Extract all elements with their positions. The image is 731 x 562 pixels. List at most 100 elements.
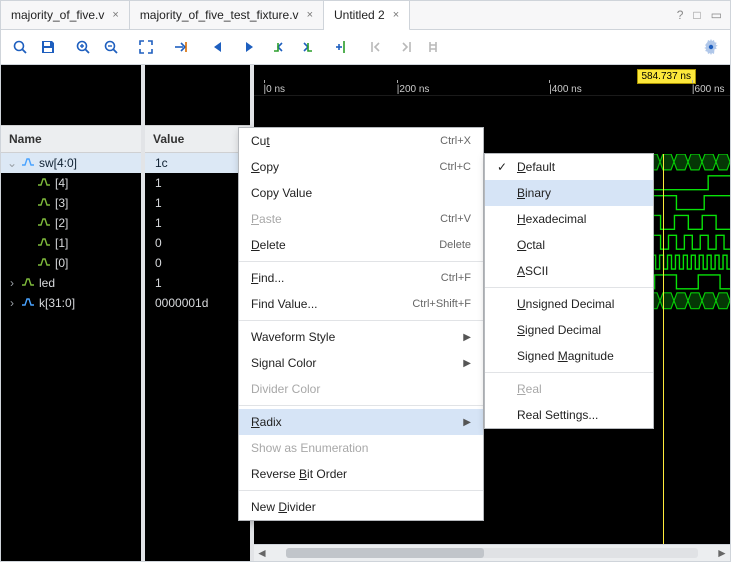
menu-item[interactable]: Waveform Style▶ (239, 324, 483, 350)
menu-item[interactable]: CopyCtrl+C (239, 154, 483, 180)
zoom-fit-icon[interactable] (133, 34, 159, 60)
signal-value[interactable]: 1c (145, 153, 250, 173)
menu-item-label: Radix (251, 415, 282, 429)
goto-cursor-icon[interactable] (168, 34, 194, 60)
menu-item[interactable]: Find...Ctrl+F (239, 265, 483, 291)
expander-icon[interactable]: ⌄ (7, 156, 17, 170)
menu-item[interactable]: Find Value...Ctrl+Shift+F (239, 291, 483, 317)
menu-item-label: New Divider (251, 500, 316, 514)
signal-row[interactable]: ›led (1, 273, 141, 293)
ruler-tick: |0 ns (264, 84, 286, 95)
signal-row[interactable]: [2] (1, 213, 141, 233)
horizontal-scrollbar[interactable]: ◄ ► (254, 544, 730, 561)
signal-row[interactable]: [4] (1, 173, 141, 193)
value-column: Value 1c1110010000001d (145, 65, 250, 561)
radix-submenu[interactable]: ✓Default Binary HexadecimalOctal ASCII Unsig… (484, 153, 654, 429)
save-icon[interactable] (35, 34, 61, 60)
menu-item[interactable]: Binary (485, 180, 653, 206)
scroll-thumb[interactable] (286, 548, 484, 558)
menu-item-label: Divider Color (251, 382, 320, 396)
name-header[interactable]: Name (1, 125, 141, 153)
submenu-arrow-icon: ▶ (463, 417, 471, 428)
zoom-out-icon[interactable] (98, 34, 124, 60)
signal-value[interactable]: 1 (145, 273, 250, 293)
menu-item-label: Show as Enumeration (251, 441, 368, 455)
signal-icon (37, 197, 51, 209)
signal-value[interactable]: 1 (145, 213, 250, 233)
menu-item[interactable]: Unsigned Decimal (485, 291, 653, 317)
close-icon[interactable]: × (393, 9, 399, 21)
time-ruler[interactable]: 584.737 ns |0 ns|200 ns|400 ns|600 ns (254, 65, 730, 96)
signal-value[interactable]: 1 (145, 173, 250, 193)
menu-item[interactable]: ✓Default (485, 154, 653, 180)
close-icon[interactable]: × (307, 9, 313, 21)
menu-item[interactable]: Copy Value (239, 180, 483, 206)
maximize-icon[interactable]: □ (693, 8, 700, 22)
menu-item-label: Paste (251, 212, 282, 226)
restore-icon[interactable]: ▭ (711, 8, 722, 22)
menu-shortcut: Ctrl+X (440, 135, 471, 147)
menu-item[interactable]: DeleteDelete (239, 232, 483, 258)
signal-value[interactable]: 0 (145, 233, 250, 253)
goto-start-icon[interactable] (203, 34, 229, 60)
menu-item-label: Signal Color (251, 356, 316, 370)
menu-item-label: Signed Magnitude (517, 349, 614, 363)
menu-item-label: Reverse Bit Order (251, 467, 347, 481)
next-transition-icon[interactable] (294, 34, 320, 60)
signal-icon (21, 297, 35, 309)
swap-markers-icon (420, 34, 446, 60)
search-icon[interactable] (7, 34, 33, 60)
signal-row[interactable]: [3] (1, 193, 141, 213)
context-menu[interactable]: CutCtrl+XCopyCtrl+CCopy ValuePasteCtrl+V… (238, 127, 484, 521)
menu-item[interactable]: Signed Magnitude (485, 343, 653, 369)
menu-item[interactable]: Octal (485, 232, 653, 258)
scroll-left-icon[interactable]: ◄ (254, 546, 270, 560)
tab-label: majority_of_five_test_fixture.v (140, 8, 299, 22)
menu-item[interactable]: Signal Color▶ (239, 350, 483, 376)
tab-bar: majority_of_five.v × majority_of_five_te… (1, 1, 730, 30)
add-marker-icon[interactable] (329, 34, 355, 60)
close-icon[interactable]: × (112, 9, 118, 21)
signal-row[interactable]: [0] (1, 253, 141, 273)
signal-icon (37, 237, 51, 249)
signal-value[interactable]: 1 (145, 193, 250, 213)
expander-icon[interactable]: › (7, 276, 17, 290)
menu-item-label: ASCII (517, 264, 548, 278)
toolbar (1, 30, 730, 65)
signal-row[interactable]: ›k[31:0] (1, 293, 141, 313)
tab-file-2[interactable]: Untitled 2 × (324, 1, 410, 31)
menu-item[interactable]: Hexadecimal (485, 206, 653, 232)
menu-item[interactable]: Radix ▶ (239, 409, 483, 435)
signal-row[interactable]: [1] (1, 233, 141, 253)
help-icon[interactable]: ? (677, 8, 684, 22)
signal-name: [0] (55, 256, 68, 270)
menu-item-label: Real Settings... (517, 408, 598, 422)
tab-file-0[interactable]: majority_of_five.v × (1, 1, 130, 29)
time-cursor[interactable] (663, 154, 664, 544)
menu-item[interactable]: Signed Decimal (485, 317, 653, 343)
menu-item[interactable]: ASCII (485, 258, 653, 284)
signal-name: [4] (55, 176, 68, 190)
signal-icon (21, 277, 35, 289)
menu-item-label: Signed Decimal (517, 323, 601, 337)
menu-item-label: Copy (251, 160, 279, 174)
menu-item: PasteCtrl+V (239, 206, 483, 232)
checkmark-icon: ✓ (497, 160, 511, 174)
signal-value[interactable]: 0000001d (145, 293, 250, 313)
menu-item[interactable]: Real Settings... (485, 402, 653, 428)
gear-icon[interactable] (698, 34, 724, 60)
tab-file-1[interactable]: majority_of_five_test_fixture.v × (130, 1, 324, 29)
prev-transition-icon[interactable] (266, 34, 292, 60)
goto-end-icon[interactable] (238, 34, 264, 60)
signal-row[interactable]: ⌄sw[4:0] (1, 153, 141, 173)
signal-value[interactable]: 0 (145, 253, 250, 273)
signal-name: [1] (55, 236, 68, 250)
expander-icon[interactable]: › (7, 296, 17, 310)
menu-item[interactable]: CutCtrl+X (239, 128, 483, 154)
menu-item[interactable]: New Divider (239, 494, 483, 520)
menu-item[interactable]: Reverse Bit Order (239, 461, 483, 487)
zoom-in-icon[interactable] (70, 34, 96, 60)
value-header[interactable]: Value (145, 125, 250, 153)
scroll-right-icon[interactable]: ► (714, 546, 730, 560)
menu-item-label: Binary (517, 186, 551, 200)
